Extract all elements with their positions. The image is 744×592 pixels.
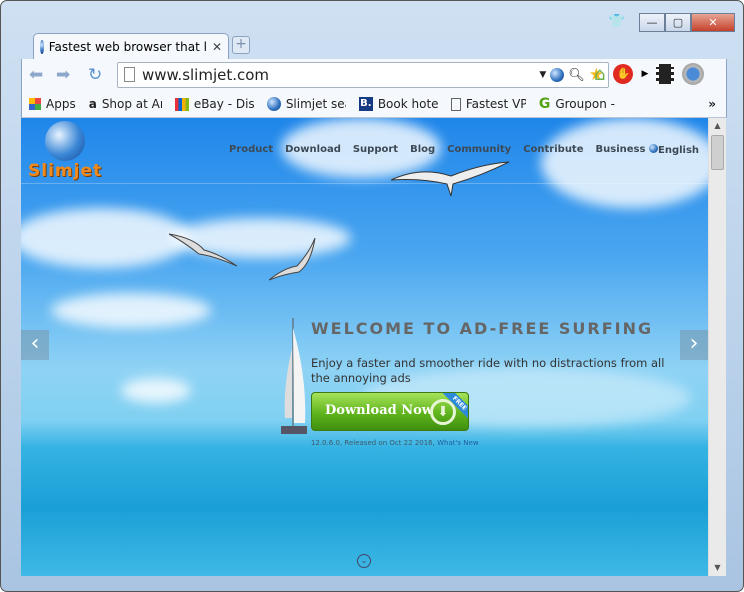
menu-support[interactable]: Support xyxy=(353,144,398,155)
whats-new-link[interactable]: What's New xyxy=(437,439,478,447)
amazon-icon: a xyxy=(88,97,97,111)
bookmark-ebay[interactable]: eBay - Disc xyxy=(174,97,254,111)
apps-grid-icon xyxy=(29,98,41,110)
site-logo[interactable]: Slimjet xyxy=(28,161,102,181)
language-label: English xyxy=(658,145,700,156)
dropdown-icon[interactable]: ▼ xyxy=(539,70,546,80)
scroll-down-arrow-icon[interactable]: ▼ xyxy=(709,560,726,576)
menu-download[interactable]: Download xyxy=(285,144,341,155)
slider-next-button[interactable]: › xyxy=(680,330,708,360)
globe-icon xyxy=(649,144,658,153)
search-engine-icon[interactable] xyxy=(550,68,565,82)
bookmarks-bar: Apps aShop at Am eBay - Disc Slimjet sea… xyxy=(21,91,727,118)
menu-community[interactable]: Community xyxy=(447,144,511,155)
groupon-icon: G xyxy=(538,96,551,112)
reload-icon[interactable]: ↻ xyxy=(88,65,102,85)
slider-prev-button[interactable]: ‹ xyxy=(21,330,49,360)
maximize-button[interactable]: ▢ xyxy=(665,13,691,32)
bookmark-slimjet-search[interactable]: Slimjet sea xyxy=(266,97,346,111)
page-icon xyxy=(450,97,461,111)
new-tab-button[interactable]: + xyxy=(232,36,250,54)
slimjet-logo-icon[interactable] xyxy=(45,121,85,161)
hero-subtitle: Enjoy a faster and smoother ride with no… xyxy=(311,356,665,385)
booking-icon: B. xyxy=(358,97,373,111)
web-page: Slimjet Product Download Support Blog Co… xyxy=(21,118,708,576)
theme-icon[interactable]: 👕 xyxy=(609,14,625,29)
site-menu: Product Download Support Blog Community … xyxy=(229,144,645,155)
version-text: 12.0.6.0, Released on Oct 22 2016, xyxy=(311,439,435,447)
scroll-down-icon[interactable]: ⌄ xyxy=(357,554,371,568)
bookmark-vpn[interactable]: Fastest VPN xyxy=(450,97,526,111)
bookmark-groupon[interactable]: G Groupon - xyxy=(539,96,615,112)
more-arrow-icon[interactable]: ▶ xyxy=(641,69,648,79)
hero-title: WELCOME TO AD-FREE SURFING xyxy=(311,319,654,338)
scrollbar-thumb[interactable] xyxy=(711,135,724,170)
vertical-scrollbar[interactable]: ▲ ▼ xyxy=(708,118,726,576)
bookmark-apps[interactable]: Apps xyxy=(29,97,76,111)
menu-blog[interactable]: Blog xyxy=(410,144,435,155)
seagull-image xyxy=(169,233,238,267)
bookmark-amazon[interactable]: aShop at Am xyxy=(89,97,162,111)
adblock-icon[interactable]: ✋ xyxy=(613,64,634,84)
forward-icon[interactable]: ➡ xyxy=(56,65,70,85)
seagull-image xyxy=(391,161,510,197)
toolbar: ⬅ ➡ ↻ www.slimjet.com ▼ 🔍︎ ★ ⌂ ✋ ▶ xyxy=(21,59,727,91)
menu-business[interactable]: Business xyxy=(596,144,646,155)
address-bar[interactable]: www.slimjet.com ▼ 🔍︎ ★ xyxy=(117,62,609,88)
video-icon[interactable] xyxy=(656,64,675,84)
home-icon[interactable]: ⌂ xyxy=(594,64,605,85)
zoom-icon[interactable]: 🔍︎ xyxy=(568,68,585,83)
site-header: Slimjet Product Download Support Blog Co… xyxy=(21,118,708,184)
download-now-button[interactable]: Download Now ⬇ FREE xyxy=(311,392,469,431)
url-text: www.slimjet.com xyxy=(142,66,270,84)
menu-contribute[interactable]: Contribute xyxy=(523,144,583,155)
minimize-button[interactable]: — xyxy=(639,13,665,32)
language-selector[interactable]: English xyxy=(649,144,699,156)
page-icon xyxy=(124,67,135,82)
download-label: Download Now xyxy=(325,403,433,418)
globe-icon xyxy=(40,40,44,54)
back-icon[interactable]: ⬅ xyxy=(29,65,43,85)
settings-icon[interactable] xyxy=(682,63,705,85)
tab-close-icon[interactable]: ✕ xyxy=(212,40,222,54)
seagull-image xyxy=(269,238,316,281)
tab-active[interactable]: Fastest web browser that l ✕ xyxy=(33,33,229,60)
scroll-up-arrow-icon[interactable]: ▲ xyxy=(709,118,726,134)
close-button[interactable]: ✕ xyxy=(691,13,735,32)
bookmarks-overflow-icon[interactable]: » xyxy=(708,97,716,111)
version-info: 12.0.6.0, Released on Oct 22 2016, What'… xyxy=(311,439,479,447)
bookmark-booking[interactable]: B. Book hotel xyxy=(358,97,438,111)
globe-icon xyxy=(266,97,281,111)
menu-product[interactable]: Product xyxy=(229,144,273,155)
tab-title: Fastest web browser that l xyxy=(48,40,207,54)
ebay-icon xyxy=(174,97,189,111)
browser-window: 👕 — ▢ ✕ Fastest web browser that l ✕ + ⬅… xyxy=(0,0,744,592)
sailboat-image xyxy=(281,318,307,434)
